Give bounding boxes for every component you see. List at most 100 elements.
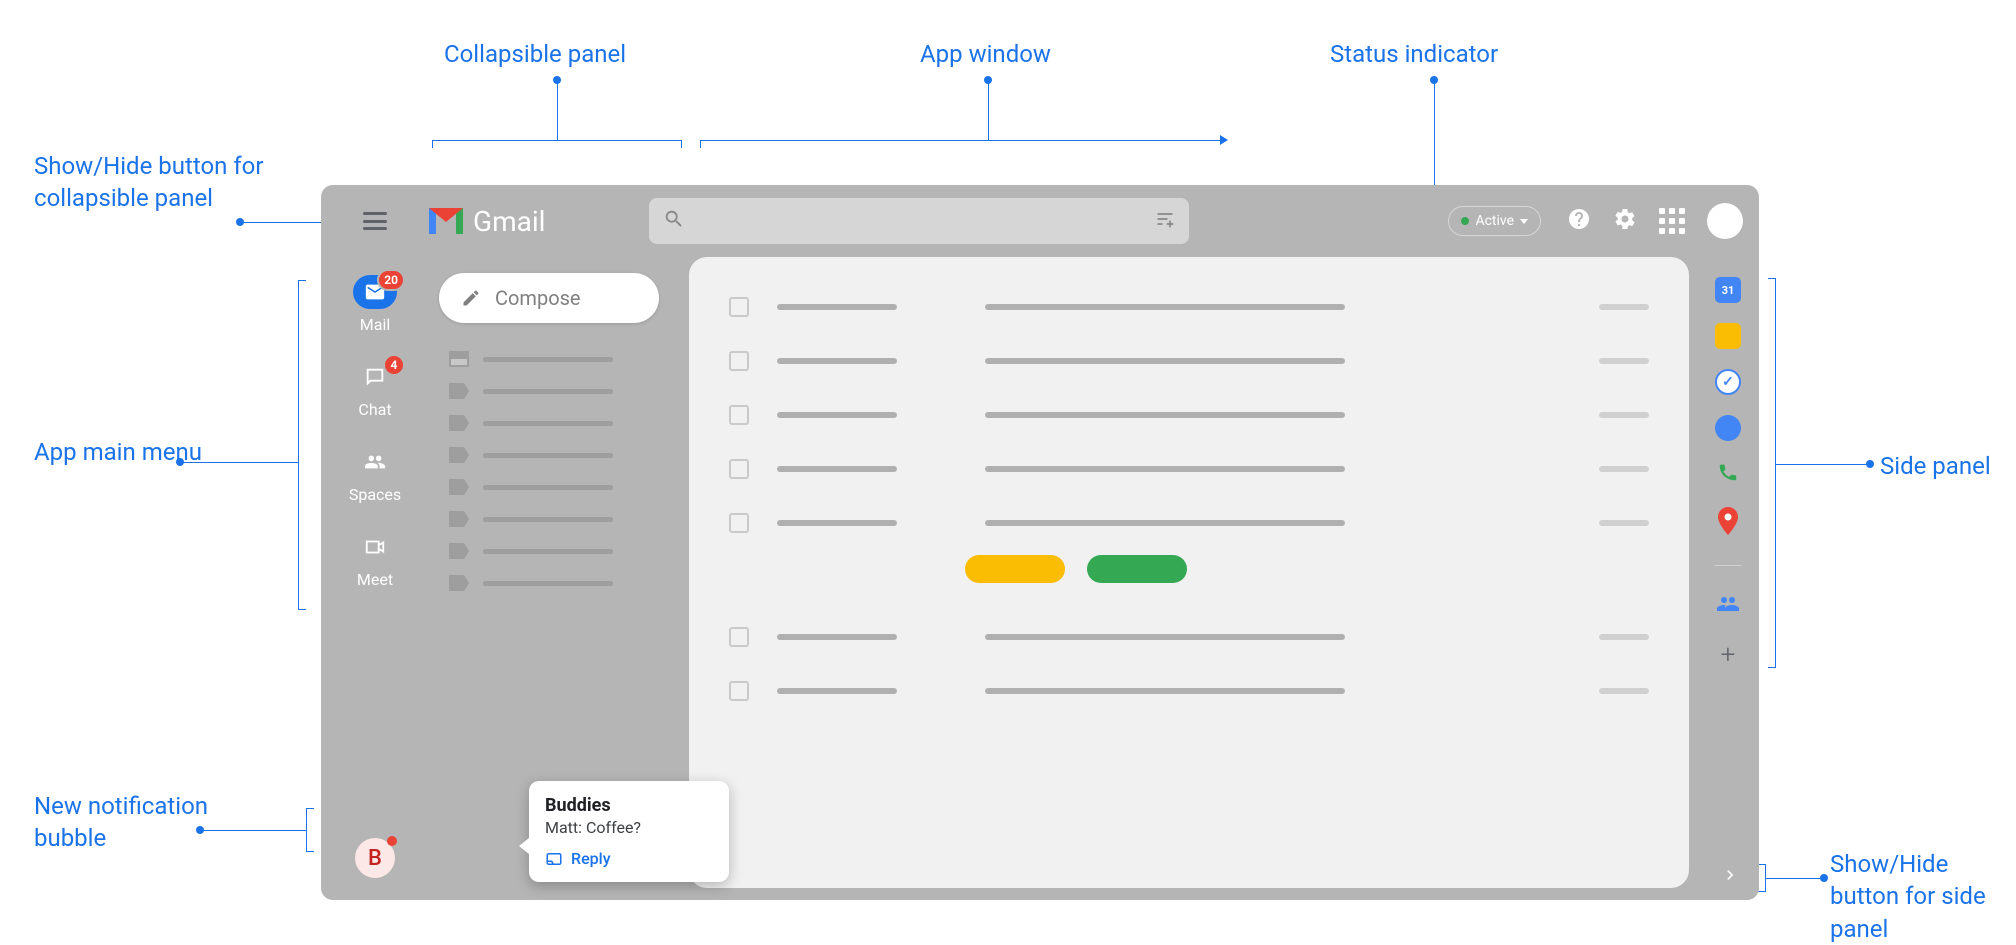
label-icon (449, 511, 469, 527)
apps-grid-icon[interactable] (1659, 208, 1685, 234)
gmail-logo[interactable]: Gmail (429, 205, 629, 238)
folder-item[interactable] (449, 479, 679, 495)
checkbox[interactable] (729, 351, 749, 371)
mail-icon: 20 (353, 275, 397, 309)
rail-item-spaces[interactable]: Spaces (349, 445, 401, 504)
annotation-sidepanel: Side panel (1880, 450, 1991, 482)
notification-reply-button[interactable]: Reply (545, 849, 713, 868)
message-row[interactable] (729, 627, 1649, 647)
folder-item[interactable] (449, 447, 679, 463)
rail-item-chat[interactable]: 4 Chat (353, 360, 397, 419)
message-row[interactable] (729, 459, 1649, 479)
notification-bubble-avatar[interactable]: B (355, 838, 395, 878)
notification-avatar-initial: B (368, 846, 382, 871)
label-icon (449, 543, 469, 559)
checkbox[interactable] (729, 459, 749, 479)
status-label: Active (1475, 213, 1514, 229)
rail-item-meet[interactable]: Meet (353, 530, 397, 589)
label-icon (449, 383, 469, 399)
notification-dot-icon (387, 836, 397, 846)
pencil-icon (461, 288, 481, 308)
maps-icon[interactable] (1718, 507, 1738, 539)
folder-list (439, 351, 679, 591)
account-avatar[interactable] (1707, 203, 1743, 239)
mail-badge: 20 (377, 269, 405, 291)
message-row[interactable] (729, 513, 1649, 533)
chat-icon: 4 (353, 360, 397, 394)
side-panel: 31 + (1697, 257, 1759, 900)
search-icon (663, 208, 685, 234)
checkbox[interactable] (729, 513, 749, 533)
gmail-m-icon (429, 208, 463, 234)
label-icon (449, 575, 469, 591)
search-options-icon[interactable] (1155, 209, 1175, 233)
folder-item[interactable] (449, 575, 679, 591)
annotation-hamburger: Show/Hide button for collapsible panel (34, 150, 274, 215)
status-dot-icon (1461, 217, 1469, 225)
help-icon[interactable] (1567, 207, 1591, 235)
annotation-appwindow: App window (920, 38, 1051, 70)
tasks-icon[interactable] (1715, 369, 1741, 395)
chevron-down-icon (1520, 219, 1528, 224)
status-indicator[interactable]: Active (1448, 206, 1541, 236)
chip-yellow[interactable] (965, 555, 1065, 583)
checkbox[interactable] (729, 681, 749, 701)
folder-item[interactable] (449, 511, 679, 527)
hamburger-button[interactable] (321, 212, 429, 230)
rail-item-mail[interactable]: 20 Mail (353, 275, 397, 334)
chip-green[interactable] (1087, 555, 1187, 583)
reply-icon (545, 850, 563, 868)
message-chips (965, 555, 1649, 583)
voice-icon[interactable] (1717, 461, 1739, 487)
search-bar[interactable] (649, 198, 1189, 244)
chevron-right-icon (1720, 865, 1740, 885)
settings-icon[interactable] (1613, 207, 1637, 235)
chat-badge: 4 (383, 354, 405, 376)
folder-item[interactable] (449, 543, 679, 559)
compose-label: Compose (495, 286, 581, 310)
gmail-window: Gmail Active (321, 185, 1759, 900)
notification-message: Matt: Coffee? (545, 818, 713, 837)
message-row[interactable] (729, 405, 1649, 425)
checkbox[interactable] (729, 405, 749, 425)
inbox-icon (449, 351, 469, 367)
calendar-icon[interactable]: 31 (1715, 277, 1741, 303)
notification-reply-label: Reply (571, 849, 611, 868)
keep-icon[interactable] (1715, 323, 1741, 349)
spaces-icon (353, 445, 397, 479)
checkbox[interactable] (729, 627, 749, 647)
meet-icon (353, 530, 397, 564)
annotation-notifbubble: New notification bubble (34, 790, 234, 855)
side-panel-toggle[interactable] (1715, 860, 1745, 890)
add-icon[interactable]: + (1721, 640, 1736, 670)
label-icon (449, 415, 469, 431)
annotation-status: Status indicator (1330, 38, 1498, 70)
rail-label-chat: Chat (358, 400, 391, 419)
message-row[interactable] (729, 681, 1649, 701)
message-list (729, 297, 1649, 701)
topbar: Gmail Active (321, 185, 1759, 257)
addons-icon[interactable] (1716, 592, 1740, 620)
app-main-menu: 20 Mail 4 Chat Spaces (321, 257, 429, 900)
folder-item[interactable] (449, 415, 679, 431)
label-icon (449, 447, 469, 463)
message-row[interactable] (729, 297, 1649, 317)
message-row[interactable] (729, 351, 1649, 371)
side-panel-divider (1715, 565, 1741, 566)
contacts-icon[interactable] (1715, 415, 1741, 441)
hamburger-icon (363, 212, 387, 230)
checkbox[interactable] (729, 297, 749, 317)
app-window (689, 257, 1689, 888)
notification-popup: Buddies Matt: Coffee? Reply (529, 781, 729, 882)
annotation-sptoggle: Show/Hide button for side panel (1830, 848, 2016, 945)
compose-button[interactable]: Compose (439, 273, 659, 323)
folder-item[interactable] (449, 383, 679, 399)
collapsible-panel: Compose Buddies Matt: Coffee? Reply (429, 257, 689, 900)
rail-label-mail: Mail (360, 315, 390, 334)
notification-title: Buddies (545, 795, 713, 816)
rail-label-spaces: Spaces (349, 485, 401, 504)
annotation-collapsible: Collapsible panel (444, 38, 626, 70)
rail-label-meet: Meet (357, 570, 393, 589)
label-icon (449, 479, 469, 495)
folder-inbox[interactable] (449, 351, 679, 367)
